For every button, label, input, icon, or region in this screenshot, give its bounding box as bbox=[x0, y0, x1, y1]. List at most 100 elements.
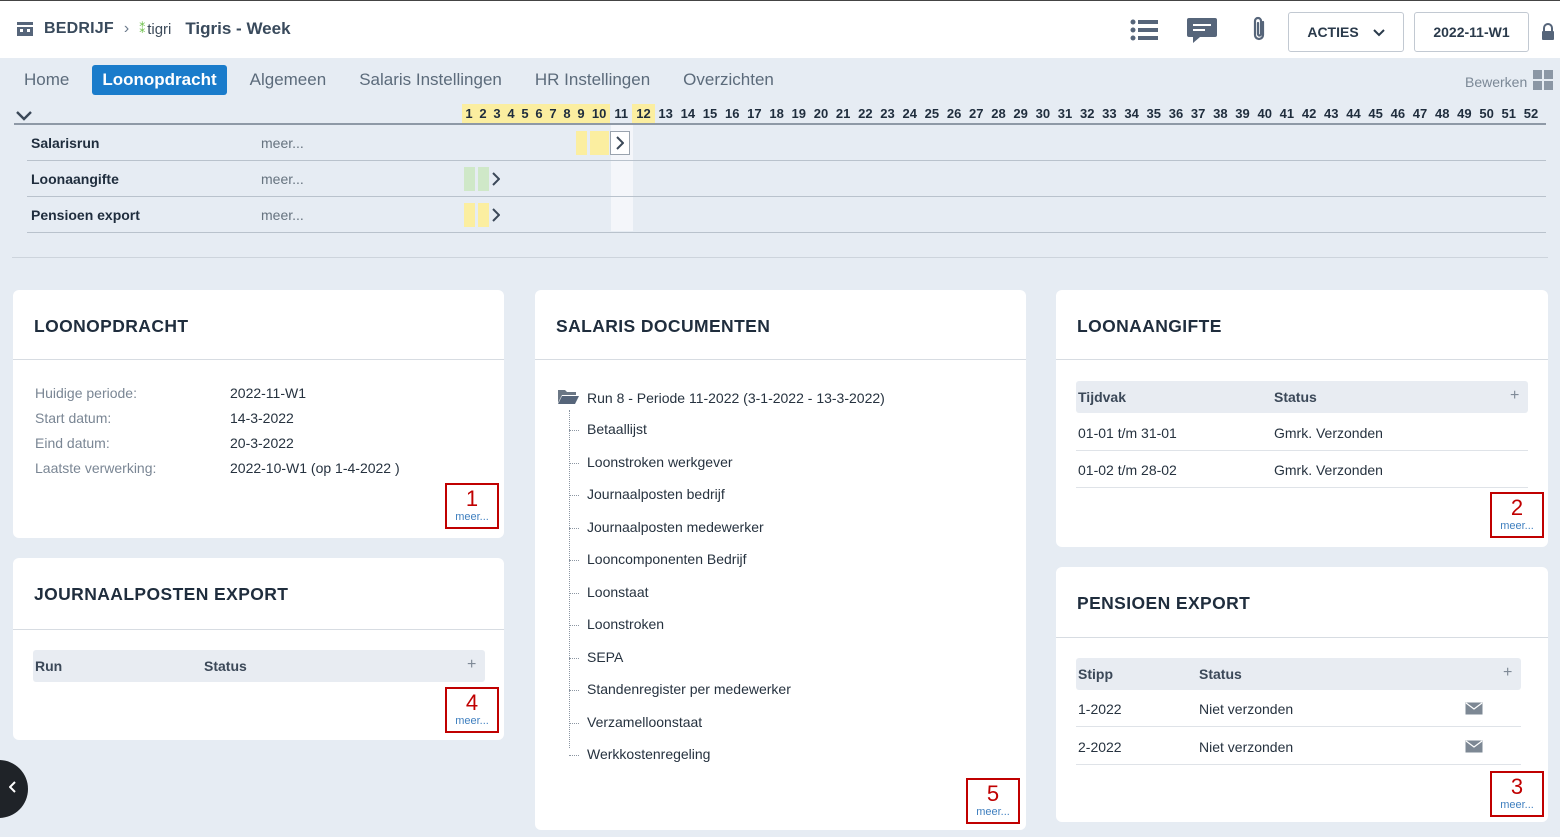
document-link[interactable]: Standenregister per medewerker bbox=[569, 681, 791, 697]
week-number[interactable]: 49 bbox=[1453, 104, 1475, 124]
week-number[interactable]: 18 bbox=[766, 104, 788, 124]
tab-algemeen[interactable]: Algemeen bbox=[240, 65, 337, 95]
meer-link[interactable]: meer... bbox=[261, 171, 304, 187]
week-number[interactable]: 30 bbox=[1032, 104, 1054, 124]
week-number[interactable]: 50 bbox=[1476, 104, 1498, 124]
meer-link[interactable]: meer... bbox=[261, 207, 304, 223]
lock-icon[interactable] bbox=[1541, 23, 1555, 46]
week-number[interactable]: 36 bbox=[1165, 104, 1187, 124]
week-number[interactable]: 42 bbox=[1298, 104, 1320, 124]
chevron-right-icon[interactable] bbox=[610, 131, 631, 155]
tab-overzichten[interactable]: Overzichten bbox=[673, 65, 784, 95]
meer-link[interactable]: meer... bbox=[1500, 799, 1534, 811]
week-number[interactable]: 15 bbox=[699, 104, 721, 124]
week-number[interactable]: 13 bbox=[655, 104, 677, 124]
pensioen-meer-link[interactable]: 3 meer... bbox=[1490, 771, 1544, 817]
week-number[interactable]: 32 bbox=[1076, 104, 1098, 124]
table-row[interactable]: 1-2022 Niet verzonden bbox=[1076, 690, 1521, 727]
table-row[interactable]: 01-02 t/m 28-02 Gmrk. Verzonden bbox=[1076, 451, 1528, 488]
paperclip-icon[interactable] bbox=[1243, 13, 1277, 47]
week-number[interactable]: 37 bbox=[1187, 104, 1209, 124]
document-link[interactable]: Loonstaat bbox=[569, 584, 649, 600]
week-number[interactable]: 52 bbox=[1520, 104, 1542, 124]
chat-icon[interactable] bbox=[1185, 13, 1219, 47]
document-label[interactable]: Verzamelloonstaat bbox=[587, 714, 702, 730]
envelope-icon[interactable] bbox=[1465, 702, 1483, 718]
week-number[interactable]: 3 bbox=[490, 104, 504, 124]
week-number[interactable]: 41 bbox=[1276, 104, 1298, 124]
week-number[interactable]: 11 bbox=[610, 104, 632, 124]
table-row[interactable]: 2-2022 Niet verzonden bbox=[1076, 728, 1521, 765]
week-number[interactable]: 4 bbox=[504, 104, 518, 124]
meer-link[interactable]: meer... bbox=[455, 715, 489, 727]
week-status-bar[interactable] bbox=[464, 203, 475, 227]
salaris-documenten-meer-link[interactable]: 5 meer... bbox=[966, 778, 1020, 824]
add-icon[interactable]: + bbox=[467, 656, 476, 674]
document-label[interactable]: Loonstroken bbox=[587, 616, 664, 632]
week-number[interactable]: 38 bbox=[1209, 104, 1231, 124]
week-number[interactable]: 45 bbox=[1365, 104, 1387, 124]
week-number[interactable]: 27 bbox=[965, 104, 987, 124]
document-link[interactable]: SEPA bbox=[569, 649, 623, 665]
document-label[interactable]: Betaallijst bbox=[587, 421, 647, 437]
bewerken-button[interactable]: Bewerken bbox=[1465, 70, 1554, 93]
week-number[interactable]: 46 bbox=[1387, 104, 1409, 124]
tab-salaris-instellingen[interactable]: Salaris Instellingen bbox=[349, 65, 512, 95]
tab-home[interactable]: Home bbox=[14, 65, 79, 95]
meer-link[interactable]: meer... bbox=[261, 135, 304, 151]
week-number[interactable]: 24 bbox=[899, 104, 921, 124]
document-link[interactable]: Journaalposten medewerker bbox=[569, 519, 764, 535]
week-number[interactable]: 31 bbox=[1054, 104, 1076, 124]
sidebar-toggle[interactable] bbox=[0, 760, 28, 818]
document-link[interactable]: Werkkostenregeling bbox=[569, 746, 710, 762]
document-label[interactable]: Loonstaat bbox=[587, 584, 649, 600]
week-number[interactable]: 40 bbox=[1254, 104, 1276, 124]
week-number[interactable]: 28 bbox=[987, 104, 1009, 124]
period-button[interactable]: 2022-11-W1 bbox=[1414, 12, 1529, 52]
week-number[interactable]: 8 bbox=[560, 104, 574, 124]
chevron-right-icon[interactable] bbox=[490, 167, 502, 191]
week-number[interactable]: 26 bbox=[943, 104, 965, 124]
week-number[interactable]: 9 bbox=[574, 104, 588, 124]
document-link[interactable]: Loonstroken bbox=[569, 616, 664, 632]
week-number[interactable]: 17 bbox=[743, 104, 765, 124]
week-status-bar[interactable] bbox=[576, 131, 587, 155]
add-icon[interactable]: + bbox=[1510, 387, 1519, 405]
document-link[interactable]: Loonstroken werkgever bbox=[569, 454, 733, 470]
meer-link[interactable]: meer... bbox=[1500, 520, 1534, 532]
document-link[interactable]: Journaalposten bedrijf bbox=[569, 486, 725, 502]
document-label[interactable]: Loonstroken werkgever bbox=[587, 454, 733, 470]
loonopdracht-meer-link[interactable]: 1 meer... bbox=[445, 483, 499, 529]
document-folder[interactable]: Run 8 - Periode 11-2022 (3-1-2022 - 13-3… bbox=[557, 388, 885, 407]
week-number[interactable]: 48 bbox=[1431, 104, 1453, 124]
week-status-bar[interactable] bbox=[464, 167, 475, 191]
week-number[interactable]: 29 bbox=[1010, 104, 1032, 124]
week-status-bar[interactable] bbox=[478, 203, 489, 227]
week-number[interactable]: 14 bbox=[677, 104, 699, 124]
week-number[interactable]: 44 bbox=[1342, 104, 1364, 124]
acties-dropdown[interactable]: ACTIES bbox=[1288, 12, 1404, 52]
breadcrumb-company[interactable]: BEDRIJF bbox=[44, 20, 114, 38]
document-link[interactable]: Looncomponenten Bedrijf bbox=[569, 551, 747, 567]
week-number[interactable]: 1 bbox=[462, 104, 476, 124]
week-number[interactable]: 21 bbox=[832, 104, 854, 124]
document-label[interactable]: Standenregister per medewerker bbox=[587, 681, 791, 697]
week-number[interactable]: 10 bbox=[588, 104, 611, 124]
week-number[interactable]: 6 bbox=[532, 104, 546, 124]
document-label[interactable]: Werkkostenregeling bbox=[587, 746, 710, 762]
document-label[interactable]: Journaalposten medewerker bbox=[587, 519, 764, 535]
week-number[interactable]: 22 bbox=[854, 104, 876, 124]
tab-hr-instellingen[interactable]: HR Instellingen bbox=[525, 65, 660, 95]
chevron-right-icon[interactable] bbox=[490, 203, 502, 227]
week-number[interactable]: 23 bbox=[876, 104, 898, 124]
envelope-icon[interactable] bbox=[1465, 740, 1483, 756]
week-number[interactable]: 35 bbox=[1143, 104, 1165, 124]
meer-link[interactable]: meer... bbox=[455, 511, 489, 523]
journaalposten-meer-link[interactable]: 4 meer... bbox=[445, 687, 499, 733]
week-status-bar[interactable] bbox=[478, 167, 489, 191]
week-number[interactable]: 39 bbox=[1231, 104, 1253, 124]
week-number[interactable]: 34 bbox=[1121, 104, 1143, 124]
week-number[interactable]: 5 bbox=[518, 104, 532, 124]
add-icon[interactable]: + bbox=[1503, 664, 1512, 682]
week-number[interactable]: 16 bbox=[721, 104, 743, 124]
